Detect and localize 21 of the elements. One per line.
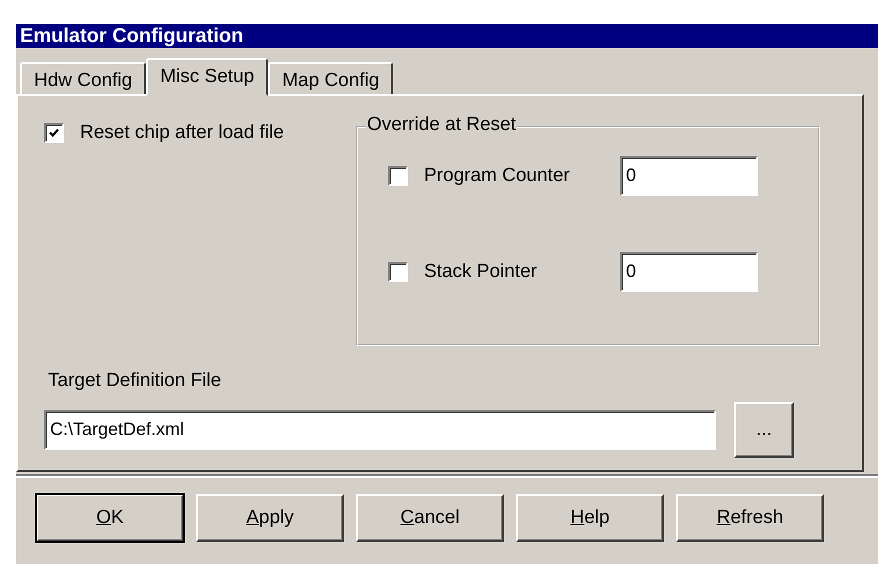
dialog-button[interactable]: Refresh xyxy=(676,494,824,542)
checkbox[interactable] xyxy=(44,123,64,143)
tab[interactable]: Misc Setup xyxy=(146,58,268,96)
input-field[interactable]: 0 xyxy=(620,156,758,196)
dialog-button[interactable]: Cancel xyxy=(356,494,504,542)
checkbox-label: Stack Pointer xyxy=(424,261,537,283)
browse-button[interactable]: ... xyxy=(734,402,794,458)
checkbox-label: Program Counter xyxy=(424,165,570,187)
checkmark-icon xyxy=(48,127,60,139)
window-title: Emulator Configuration xyxy=(16,24,878,48)
tab[interactable]: Map Config xyxy=(268,62,394,94)
tab[interactable]: Hdw Config xyxy=(20,62,146,94)
dialog-button[interactable]: OK xyxy=(36,494,184,542)
field-label: Target Definition File xyxy=(48,370,222,392)
input-field[interactable]: 0 xyxy=(620,252,758,292)
checkbox[interactable] xyxy=(388,262,408,282)
dialog-button[interactable]: Help xyxy=(516,494,664,542)
input-field[interactable]: C:\TargetDef.xml xyxy=(44,410,716,450)
dialog-button[interactable]: Apply xyxy=(196,494,344,542)
checkbox-label: Reset chip after load file xyxy=(80,122,284,144)
checkbox[interactable] xyxy=(388,166,408,186)
